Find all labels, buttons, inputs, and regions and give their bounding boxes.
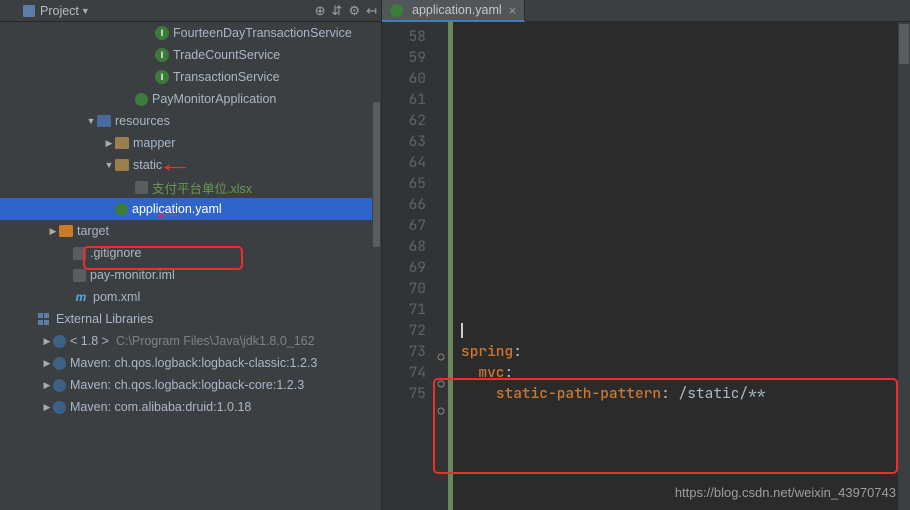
project-toolbar: ⊕ ⇵ ⚙ ↤	[315, 3, 377, 19]
tree-item[interactable]: .gitignore	[0, 242, 381, 264]
expand-arrow[interactable]: ▶	[41, 380, 53, 391]
file-icon	[73, 247, 86, 260]
file-icon: I	[155, 48, 169, 62]
tree-label: resources	[115, 114, 170, 128]
expand-arrow[interactable]: ▼	[103, 160, 115, 170]
file-icon	[73, 269, 86, 282]
tree-label: application.yaml	[132, 202, 222, 216]
tree-item[interactable]: I TransactionService	[0, 66, 381, 88]
tree-label: Maven: ch.qos.logback:logback-classic:1.…	[70, 356, 317, 370]
project-icon	[22, 3, 36, 19]
tree-item[interactable]: ▶ mapper	[0, 132, 381, 154]
line-gutter[interactable]: 585960616263646566676869707172737475	[382, 22, 434, 510]
file-icon	[135, 93, 148, 106]
editor-scrollbar[interactable]	[898, 22, 910, 510]
tree-item[interactable]: ▼ static	[0, 154, 381, 176]
gear-icon[interactable]: ⚙	[348, 3, 360, 19]
editor-tab-bar: application.yaml ×	[382, 0, 910, 22]
sidebar-scrollbar[interactable]	[372, 22, 381, 510]
tab-filename: application.yaml	[412, 3, 502, 17]
file-icon	[115, 203, 128, 216]
hide-icon[interactable]: ↤	[366, 3, 377, 19]
project-title: Project	[40, 4, 79, 18]
tree-label: pom.xml	[93, 290, 140, 304]
tree-label: PayMonitorApplication	[152, 92, 276, 106]
tree-item[interactable]: PayMonitorApplication	[0, 88, 381, 110]
expand-arrow[interactable]: ▶	[103, 138, 115, 149]
file-icon	[115, 159, 129, 171]
tree-label: mapper	[133, 136, 175, 150]
tree-item[interactable]: ▼ resources	[0, 110, 381, 132]
tree-label: .gitignore	[90, 246, 141, 260]
watermark: https://blog.csdn.net/weixin_43970743	[675, 485, 896, 500]
file-icon: I	[155, 26, 169, 40]
project-tool-header: Project ▼ ⊕ ⇵ ⚙ ↤	[0, 0, 381, 22]
file-icon	[53, 357, 66, 370]
chevron-down-icon[interactable]: ▼	[81, 6, 90, 16]
tree-label: External Libraries	[56, 312, 153, 326]
tree-item[interactable]: I TradeCountService	[0, 44, 381, 66]
expand-arrow[interactable]: ▶	[41, 402, 53, 413]
tab-application-yaml[interactable]: application.yaml ×	[382, 0, 525, 22]
gutter-marks	[434, 22, 448, 510]
file-icon	[53, 335, 66, 348]
tree-extra: C:\Program Files\Java\jdk1.8.0_162	[109, 334, 315, 348]
tree-item[interactable]: ▶ Maven: ch.qos.logback:logback-core:1.2.…	[0, 374, 381, 396]
tree-item[interactable]: pay-monitor.iml	[0, 264, 381, 286]
expand-arrow[interactable]: ▶	[47, 226, 59, 237]
tree-item[interactable]: ▶ target	[0, 220, 381, 242]
file-icon	[59, 225, 73, 237]
tree-item[interactable]: External Libraries	[0, 308, 381, 330]
tree-item[interactable]: ▶ < 1.8 > C:\Program Files\Java\jdk1.8.0_…	[0, 330, 381, 352]
file-icon	[53, 401, 66, 414]
project-tree[interactable]: I FourteenDayTransactionService I TradeCoun…	[0, 22, 381, 510]
close-icon[interactable]: ×	[509, 3, 517, 18]
tree-label: < 1.8 >	[70, 334, 109, 348]
expand-arrow[interactable]: ▶	[41, 358, 53, 369]
tree-label: Maven: ch.qos.logback:logback-core:1.2.3	[70, 378, 304, 392]
file-icon: I	[155, 70, 169, 84]
tree-label: target	[77, 224, 109, 238]
spring-icon	[390, 4, 403, 17]
tree-label: TradeCountService	[173, 48, 280, 62]
file-icon	[115, 137, 129, 149]
tree-item[interactable]: application.yaml	[0, 198, 381, 220]
code-content[interactable]: spring: mvc: static-path-pattern: /stati…	[453, 22, 898, 510]
file-icon	[135, 181, 148, 194]
file-icon	[53, 379, 66, 392]
tree-item[interactable]: I FourteenDayTransactionService	[0, 22, 381, 44]
tree-label: Maven: com.alibaba:druid:1.0.18	[70, 400, 251, 414]
tree-label: static	[133, 158, 162, 172]
tree-label: FourteenDayTransactionService	[173, 26, 352, 40]
tree-label: pay-monitor.iml	[90, 268, 175, 282]
tree-label: 支付平台单位.xlsx	[152, 178, 252, 197]
tree-item[interactable]: m pom.xml	[0, 286, 381, 308]
tree-item[interactable]: 支付平台单位.xlsx	[0, 176, 381, 198]
file-icon: m	[73, 289, 89, 305]
tree-item[interactable]: ▶ Maven: ch.qos.logback:logback-classic:1…	[0, 352, 381, 374]
locate-icon[interactable]: ⊕	[315, 3, 326, 19]
expand-arrow[interactable]: ▼	[85, 116, 97, 126]
tree-label: TransactionService	[173, 70, 280, 84]
tree-item[interactable]: ▶ Maven: com.alibaba:druid:1.0.18	[0, 396, 381, 418]
library-icon	[36, 311, 52, 327]
expand-arrow[interactable]: ▶	[41, 336, 53, 347]
file-icon	[97, 115, 111, 127]
sort-icon[interactable]: ⇵	[332, 3, 343, 19]
